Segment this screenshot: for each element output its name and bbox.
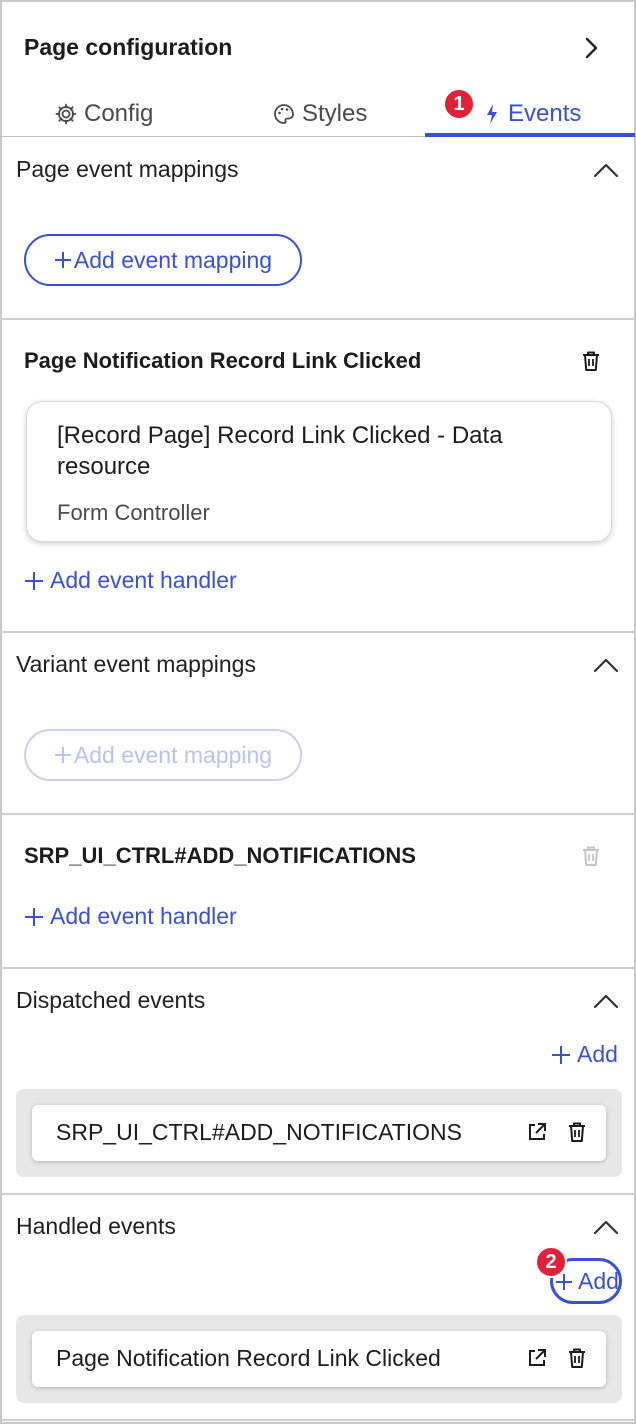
plus-icon bbox=[54, 251, 72, 269]
page-event-mappings-title: Page event mappings bbox=[16, 156, 239, 182]
event-name: SRP_UI_CTRL#ADD_NOTIFICATIONS bbox=[56, 1119, 462, 1145]
section-divider bbox=[0, 1419, 636, 1421]
tab-events-label: Events bbox=[508, 100, 582, 127]
dispatched-events-title: Dispatched events bbox=[16, 987, 206, 1013]
handler-title: [Record Page] Record Link Clicked - Data… bbox=[57, 422, 503, 480]
page-notification-title: Page Notification Record Link Clicked bbox=[24, 348, 422, 373]
section-divider bbox=[0, 813, 636, 815]
collapse-caret-icon[interactable] bbox=[592, 656, 620, 674]
srp-title: SRP_UI_CTRL#ADD_NOTIFICATIONS bbox=[24, 843, 416, 868]
config-panel bbox=[0, 0, 636, 1424]
plus-icon bbox=[24, 571, 44, 591]
collapse-caret-icon[interactable] bbox=[592, 161, 620, 179]
plus-icon bbox=[551, 1045, 571, 1065]
tab-config[interactable]: Config bbox=[54, 96, 153, 132]
plus-icon bbox=[24, 907, 44, 927]
collapse-caret-icon[interactable] bbox=[592, 1218, 620, 1236]
callout-badge-2: 2 bbox=[535, 1246, 567, 1278]
gear-icon bbox=[54, 102, 78, 126]
add-event-handler-label: Add event handler bbox=[50, 903, 237, 929]
plus-icon bbox=[54, 746, 72, 764]
add-dispatched-event-button[interactable]: Add bbox=[551, 1041, 618, 1068]
add-event-mapping-button-disabled: Add event mapping bbox=[24, 729, 302, 781]
list-item[interactable]: Page Notification Record Link Clicked bbox=[32, 1331, 606, 1387]
collapse-caret-icon[interactable] bbox=[592, 992, 620, 1010]
add-event-handler-label: Add event handler bbox=[50, 567, 237, 593]
active-tab-indicator bbox=[425, 133, 635, 137]
tab-events[interactable]: Events bbox=[482, 96, 581, 132]
section-divider bbox=[0, 318, 636, 320]
panel-title: Page configuration bbox=[24, 34, 233, 60]
trash-icon[interactable] bbox=[580, 349, 602, 373]
chevron-right-icon[interactable] bbox=[580, 34, 604, 62]
open-external-icon[interactable] bbox=[526, 1347, 548, 1369]
lightning-icon bbox=[482, 102, 502, 126]
event-name: Page Notification Record Link Clicked bbox=[56, 1345, 441, 1371]
palette-icon bbox=[272, 102, 296, 126]
section-divider bbox=[0, 631, 636, 633]
add-event-mapping-label: Add event mapping bbox=[73, 246, 273, 273]
event-handler-card[interactable]: [Record Page] Record Link Clicked - Data… bbox=[26, 401, 612, 542]
tab-styles[interactable]: Styles bbox=[272, 96, 367, 132]
handled-events-title: Handled events bbox=[16, 1213, 176, 1239]
section-divider bbox=[0, 1193, 636, 1195]
tab-styles-label: Styles bbox=[302, 100, 368, 127]
add-event-handler-link[interactable]: Add event handler bbox=[24, 903, 237, 930]
add-event-mapping-button[interactable]: Add event mapping bbox=[24, 234, 302, 286]
add-event-handler-link[interactable]: Add event handler bbox=[24, 567, 237, 594]
trash-icon bbox=[580, 844, 602, 868]
variant-event-mappings-title: Variant event mappings bbox=[16, 651, 256, 677]
add-label: Add bbox=[577, 1041, 618, 1067]
trash-icon[interactable] bbox=[566, 1120, 588, 1144]
add-event-mapping-label: Add event mapping bbox=[73, 741, 273, 768]
handler-subtitle: Form Controller bbox=[57, 500, 210, 525]
trash-icon[interactable] bbox=[566, 1346, 588, 1370]
list-item[interactable]: SRP_UI_CTRL#ADD_NOTIFICATIONS bbox=[32, 1105, 606, 1161]
open-external-icon[interactable] bbox=[526, 1121, 548, 1143]
callout-badge-1: 1 bbox=[443, 88, 475, 120]
tab-config-label: Config bbox=[84, 100, 154, 127]
section-divider bbox=[0, 967, 636, 969]
